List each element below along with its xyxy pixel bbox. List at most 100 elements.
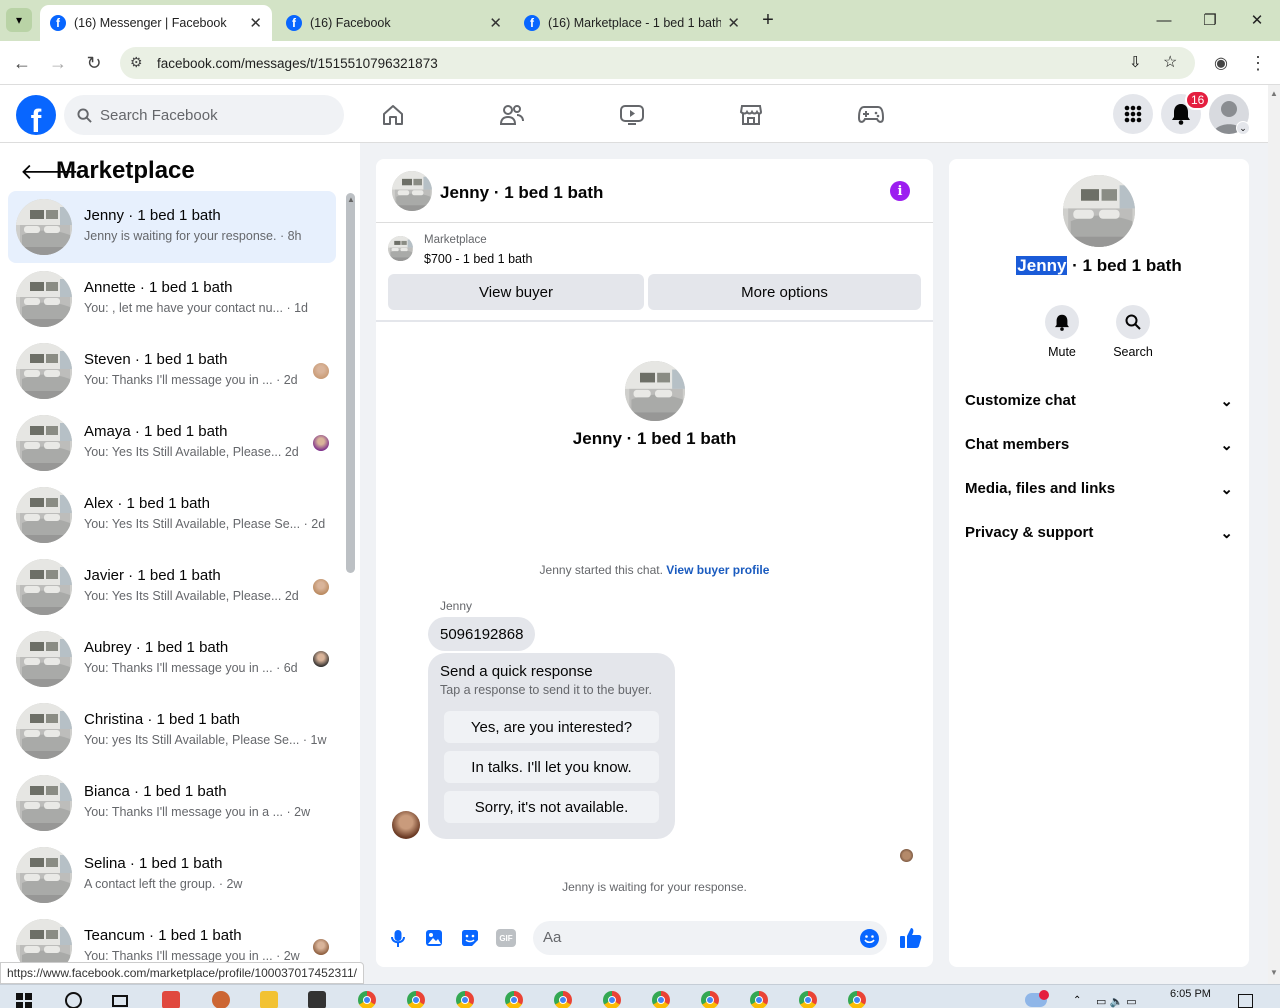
chrome-icon[interactable] <box>750 991 768 1008</box>
thumbs-up-icon[interactable] <box>899 926 923 953</box>
close-icon[interactable]: ✕ <box>249 14 262 32</box>
back-button[interactable]: ← <box>9 51 35 75</box>
microphone-icon[interactable] <box>388 928 408 951</box>
mute-bell-icon[interactable] <box>1045 305 1079 339</box>
windows-start-icon[interactable] <box>16 993 32 1008</box>
app-icon[interactable] <box>308 991 326 1008</box>
task-view-icon[interactable] <box>112 995 128 1007</box>
profile-icon[interactable]: ◉ <box>1208 51 1234 75</box>
quick-response-title: Send a quick response <box>440 663 593 680</box>
conversation-preview: You: Thanks I'll message you in ... · 6d <box>84 661 298 675</box>
conversation-item[interactable]: Christina · 1 bed 1 bath You: yes Its Sti… <box>8 695 336 767</box>
restore-button[interactable]: ❐ <box>1197 8 1223 32</box>
chrome-icon[interactable] <box>799 991 817 1008</box>
taskbar-search-icon[interactable] <box>65 992 82 1008</box>
video-icon[interactable] <box>612 99 652 131</box>
reload-button[interactable]: ↻ <box>81 51 107 75</box>
facebook-logo-icon[interactable]: f <box>16 95 56 135</box>
conversation-avatar <box>16 199 72 255</box>
friends-icon[interactable] <box>492 99 532 131</box>
conversation-item[interactable]: Amaya · 1 bed 1 bath You: Yes Its Still A… <box>8 407 336 479</box>
quick-reply-in-talks[interactable]: In talks. I'll let you know. <box>444 751 659 783</box>
info-avatar[interactable] <box>1063 175 1135 247</box>
tab-search-button[interactable]: ▾ <box>6 8 32 32</box>
facebook-favicon-icon: f <box>524 15 540 31</box>
media-files-links-section[interactable]: Media, files and links ⌄ <box>965 480 1233 498</box>
conversation-item[interactable]: Aubrey · 1 bed 1 bath You: Thanks I'll me… <box>8 623 336 695</box>
sidebar-scrollbar[interactable] <box>346 193 355 573</box>
chrome-icon[interactable] <box>456 991 474 1008</box>
close-icon[interactable]: ✕ <box>489 14 502 32</box>
tray-chevron-icon[interactable]: ⌃ <box>1073 995 1081 1006</box>
selected-text-highlight[interactable]: Jenny <box>1016 256 1068 275</box>
conversation-preview: A contact left the group. · 2w <box>84 877 243 891</box>
chrome-icon[interactable] <box>554 991 572 1008</box>
file-explorer-icon[interactable] <box>260 991 278 1008</box>
more-options-button[interactable]: More options <box>648 274 921 310</box>
conversation-item[interactable]: Jenny · 1 bed 1 bath Jenny is waiting for… <box>8 191 336 263</box>
conversation-item[interactable]: Annette · 1 bed 1 bath You: , let me have… <box>8 263 336 335</box>
search-icon[interactable] <box>1116 305 1150 339</box>
search-label[interactable]: Search <box>1100 345 1166 359</box>
omnibox[interactable]: ⚙ facebook.com/messages/t/15155107963218… <box>120 47 1195 79</box>
tab-marketplace[interactable]: f (16) Marketplace - 1 bed 1 bath ✕ <box>514 5 750 41</box>
chrome-icon[interactable] <box>358 991 376 1008</box>
tab-facebook[interactable]: f (16) Facebook ✕ <box>276 5 512 41</box>
conversation-item[interactable]: Javier · 1 bed 1 bath You: Yes Its Still … <box>8 551 336 623</box>
emoji-icon[interactable] <box>860 929 879 948</box>
site-info-icon[interactable]: ⚙ <box>130 54 143 71</box>
new-tab-button[interactable]: + <box>755 8 781 32</box>
chrome-icon[interactable] <box>603 991 621 1008</box>
chrome-icon[interactable] <box>652 991 670 1008</box>
quick-reply-interested[interactable]: Yes, are you interested? <box>444 711 659 743</box>
chrome-icon[interactable] <box>701 991 719 1008</box>
conversation-item[interactable]: Bianca · 1 bed 1 bath You: Thanks I'll me… <box>8 767 336 839</box>
chrome-icon[interactable] <box>848 991 866 1008</box>
chrome-icon[interactable] <box>505 991 523 1008</box>
close-icon[interactable]: ✕ <box>727 14 740 32</box>
search-facebook-input[interactable]: Search Facebook <box>64 95 344 135</box>
view-buyer-profile-link[interactable]: View buyer profile <box>666 563 769 577</box>
close-window-button[interactable]: ✕ <box>1244 8 1270 32</box>
sticker-icon[interactable] <box>460 928 480 951</box>
chat-members-section[interactable]: Chat members ⌄ <box>965 436 1233 454</box>
tray-icons[interactable]: ▭ 🔈 ▭ <box>1096 995 1137 1008</box>
info-icon[interactable]: i <box>890 181 910 201</box>
home-icon[interactable] <box>373 99 413 131</box>
url-text[interactable]: facebook.com/messages/t/1515510796321873 <box>157 56 438 71</box>
menu-grid-icon[interactable] <box>1113 94 1153 134</box>
notification-center-icon[interactable] <box>1238 994 1253 1008</box>
scroll-up-arrow-icon[interactable]: ▲ <box>347 195 355 204</box>
bookmark-star-icon[interactable]: ☆ <box>1163 52 1177 72</box>
chat-title[interactable]: Jenny · 1 bed 1 bath <box>440 183 603 203</box>
photo-icon[interactable] <box>424 928 444 951</box>
chat-avatar[interactable] <box>392 171 432 211</box>
conversation-item[interactable]: Selina · 1 bed 1 bath A contact left the … <box>8 839 336 911</box>
gaming-icon[interactable] <box>851 99 891 131</box>
conversation-item[interactable]: Alex · 1 bed 1 bath You: Yes Its Still Av… <box>8 479 336 551</box>
privacy-support-section[interactable]: Privacy & support ⌄ <box>965 524 1233 542</box>
menu-kebab-icon[interactable]: ⋮ <box>1245 51 1271 75</box>
seen-by-avatar <box>313 579 329 595</box>
mute-label[interactable]: Mute <box>1029 345 1095 359</box>
marketplace-icon[interactable] <box>731 99 771 131</box>
view-buyer-button[interactable]: View buyer <box>388 274 644 310</box>
app-icon[interactable] <box>212 991 230 1008</box>
customize-chat-section[interactable]: Customize chat ⌄ <box>965 392 1233 410</box>
install-app-icon[interactable]: ⇩ <box>1129 53 1142 71</box>
gif-icon[interactable]: GIF <box>496 929 516 947</box>
minimize-button[interactable]: — <box>1151 8 1177 32</box>
tab-messenger[interactable]: f (16) Messenger | Facebook ✕ <box>40 5 272 41</box>
conversation-item[interactable]: Steven · 1 bed 1 bath You: Thanks I'll me… <box>8 335 336 407</box>
chevron-down-icon[interactable]: ⌄ <box>1236 121 1250 135</box>
forward-button[interactable]: → <box>45 51 71 75</box>
quick-reply-not-available[interactable]: Sorry, it's not available. <box>444 791 659 823</box>
chrome-icon[interactable] <box>407 991 425 1008</box>
page-scrollbar[interactable]: ▲ ▼ <box>1268 85 1280 984</box>
message-composer-input[interactable]: Aa <box>533 921 887 955</box>
notification-count-badge: 16 <box>1185 90 1211 110</box>
sender-avatar[interactable] <box>392 811 420 839</box>
clock-time[interactable]: 6:05 PM <box>1170 988 1211 1000</box>
message-bubble[interactable]: 5096192868 <box>428 617 536 651</box>
app-icon[interactable] <box>162 991 180 1008</box>
